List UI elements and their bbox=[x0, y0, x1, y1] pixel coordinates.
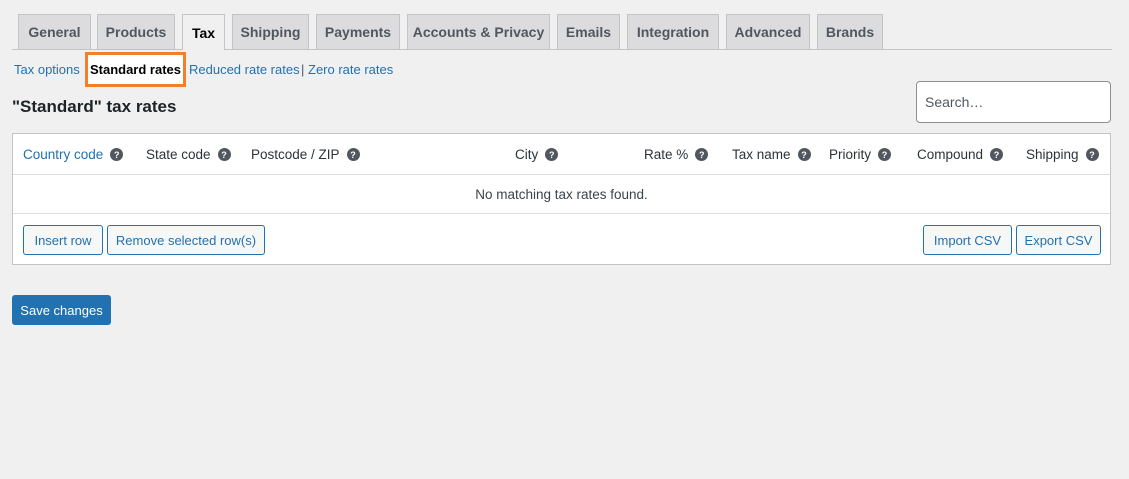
column-priority: Priority? bbox=[829, 147, 892, 162]
export-csv-button[interactable]: Export CSV bbox=[1016, 225, 1101, 255]
tax-rates-table: Country code? State code? Postcode / ZIP… bbox=[12, 133, 1111, 265]
column-tax-name: Tax name? bbox=[732, 147, 811, 162]
help-icon[interactable]: ? bbox=[346, 148, 360, 161]
tab-general[interactable]: General bbox=[18, 14, 91, 49]
subnav-reduced-rate-rates[interactable]: Reduced rate rates bbox=[189, 62, 300, 77]
tab-accounts-privacy[interactable]: Accounts & Privacy bbox=[407, 14, 550, 49]
save-changes-button[interactable]: Save changes bbox=[12, 295, 111, 325]
subnav-standard-rates[interactable]: Standard rates bbox=[85, 52, 186, 87]
page-title: "Standard" tax rates bbox=[12, 97, 177, 116]
tab-advanced[interactable]: Advanced bbox=[726, 14, 810, 49]
help-icon[interactable]: ? bbox=[797, 148, 811, 161]
tab-tax[interactable]: Tax bbox=[182, 14, 225, 50]
tab-products[interactable]: Products bbox=[97, 14, 175, 49]
tab-payments[interactable]: Payments bbox=[316, 14, 400, 49]
settings-tabs: General Products Tax Shipping Payments A… bbox=[12, 14, 1112, 50]
help-icon[interactable]: ? bbox=[217, 148, 231, 161]
insert-row-button[interactable]: Insert row bbox=[23, 225, 103, 255]
tab-integration[interactable]: Integration bbox=[627, 14, 719, 49]
column-shipping: Shipping? bbox=[1026, 147, 1099, 162]
column-rate-percent: Rate %? bbox=[644, 147, 709, 162]
help-icon[interactable]: ? bbox=[1085, 148, 1099, 161]
subnav-separator: | bbox=[301, 62, 305, 77]
help-icon[interactable]: ? bbox=[878, 148, 892, 161]
column-postcode-zip: Postcode / ZIP? bbox=[251, 147, 360, 162]
help-icon[interactable]: ? bbox=[545, 148, 559, 161]
help-icon[interactable]: ? bbox=[695, 148, 709, 161]
tab-emails[interactable]: Emails bbox=[557, 14, 620, 49]
column-country-code[interactable]: Country code? bbox=[23, 147, 124, 162]
subnav-zero-rate-rates[interactable]: Zero rate rates bbox=[308, 62, 393, 77]
tab-shipping[interactable]: Shipping bbox=[232, 14, 309, 49]
table-header: Country code? State code? Postcode / ZIP… bbox=[13, 134, 1110, 175]
search-input[interactable] bbox=[916, 81, 1111, 123]
empty-table-message: No matching tax rates found. bbox=[13, 175, 1110, 214]
remove-selected-rows-button[interactable]: Remove selected row(s) bbox=[107, 225, 265, 255]
column-city: City? bbox=[515, 147, 559, 162]
import-csv-button[interactable]: Import CSV bbox=[923, 225, 1012, 255]
help-icon[interactable]: ? bbox=[110, 148, 124, 161]
column-state-code: State code? bbox=[146, 147, 231, 162]
column-compound: Compound? bbox=[917, 147, 1004, 162]
subnav-tax-options[interactable]: Tax options bbox=[14, 62, 80, 77]
help-icon[interactable]: ? bbox=[990, 148, 1004, 161]
tab-brands[interactable]: Brands bbox=[817, 14, 883, 49]
